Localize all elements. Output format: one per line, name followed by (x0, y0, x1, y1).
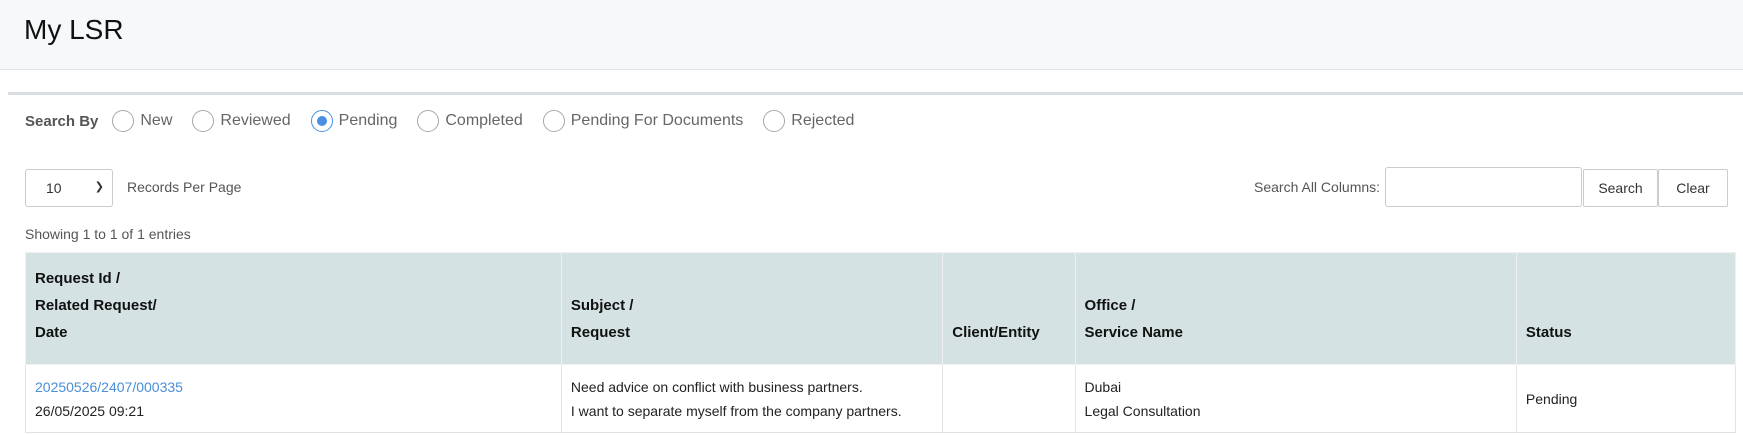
radio-pending-circle[interactable] (310, 110, 333, 132)
search-by-label: Search By (25, 112, 99, 130)
header-subject-line-2: Request (570, 324, 631, 341)
header-request-line-1: Request Id / (35, 270, 121, 287)
cell-office: Dubai Legal Consultation (1074, 364, 1517, 433)
table-header-row: Request Id / Related Request/ Date Subje… (25, 252, 1737, 365)
radio-rejected-label: Rejected (791, 112, 855, 129)
radio-rejected[interactable]: Rejected (763, 110, 854, 132)
radio-reviewed-label: Reviewed (220, 112, 291, 129)
column-header-status[interactable]: Status (1515, 252, 1737, 365)
request-id-link[interactable]: 20250526/2407/000335 (35, 375, 552, 399)
header-subject-line-1: Subject / (570, 297, 634, 314)
column-header-request[interactable]: Request Id / Related Request/ Date (25, 252, 562, 365)
records-per-page-label: Records Per Page (127, 179, 242, 195)
radio-pending[interactable]: Pending (310, 110, 398, 132)
column-header-client[interactable]: Client/Entity (942, 252, 1076, 365)
records-per-page-select[interactable]: 10 ❯ (25, 169, 113, 207)
column-header-office[interactable]: Office / Service Name (1074, 252, 1517, 365)
records-per-page-value: 10 (46, 180, 62, 196)
radio-new[interactable]: New (112, 110, 172, 132)
radio-reviewed-circle[interactable] (192, 110, 215, 132)
radio-reviewed[interactable]: Reviewed (192, 110, 291, 132)
radio-pending-for-documents[interactable]: Pending For Documents (542, 110, 744, 132)
service-name-text: Legal Consultation (1084, 402, 1201, 419)
header-request-line-3: Date (35, 324, 68, 341)
request-date: 26/05/2025 09:21 (35, 402, 144, 419)
header-request-line-2: Related Request/ (35, 297, 157, 314)
column-header-subject[interactable]: Subject / Request (560, 252, 944, 365)
clear-button[interactable]: Clear (1658, 169, 1728, 207)
header-office-line-1: Office / (1084, 297, 1136, 314)
radio-new-circle[interactable] (112, 110, 135, 132)
cell-client (942, 364, 1076, 433)
office-text: Dubai (1084, 378, 1122, 395)
radio-completed-label: Completed (445, 112, 523, 129)
search-all-columns-label: Search All Columns: (1254, 179, 1381, 195)
radio-completed-circle[interactable] (417, 110, 440, 132)
search-button[interactable]: Search (1583, 169, 1658, 207)
header-office-line-2: Service Name (1084, 324, 1183, 341)
radio-completed[interactable]: Completed (417, 110, 523, 132)
lsr-panel: Search By New Reviewed Pending Completed… (8, 92, 1743, 435)
cell-subject: Need advice on conflict with business pa… (560, 364, 944, 433)
search-input[interactable] (1385, 167, 1582, 207)
radio-pending-label: Pending (338, 112, 398, 129)
header-status-line-1: Status (1525, 324, 1572, 341)
page-title: My LSR (24, 14, 124, 45)
search-by-filter: Search By New Reviewed Pending Completed… (25, 107, 874, 135)
table-row: 20250526/2407/000335 26/05/2025 09:21 Ne… (25, 364, 1737, 433)
lsr-table: Request Id / Related Request/ Date Subje… (25, 252, 1737, 433)
radio-new-label: New (140, 112, 173, 129)
showing-entries-text: Showing 1 to 1 of 1 entries (25, 226, 191, 242)
radio-pending-for-documents-circle[interactable] (542, 110, 565, 132)
radio-rejected-circle[interactable] (763, 110, 786, 132)
subject-text: Need advice on conflict with business pa… (570, 378, 863, 395)
header-client-line-1: Client/Entity (952, 324, 1040, 341)
request-text: I want to separate myself from the compa… (570, 402, 902, 419)
chevron-down-icon: ❯ (94, 181, 104, 193)
cell-request: 20250526/2407/000335 26/05/2025 09:21 (25, 364, 562, 433)
radio-pending-for-documents-label: Pending For Documents (570, 112, 744, 129)
page-header: My LSR (0, 0, 1743, 70)
cell-status: Pending (1515, 364, 1737, 433)
